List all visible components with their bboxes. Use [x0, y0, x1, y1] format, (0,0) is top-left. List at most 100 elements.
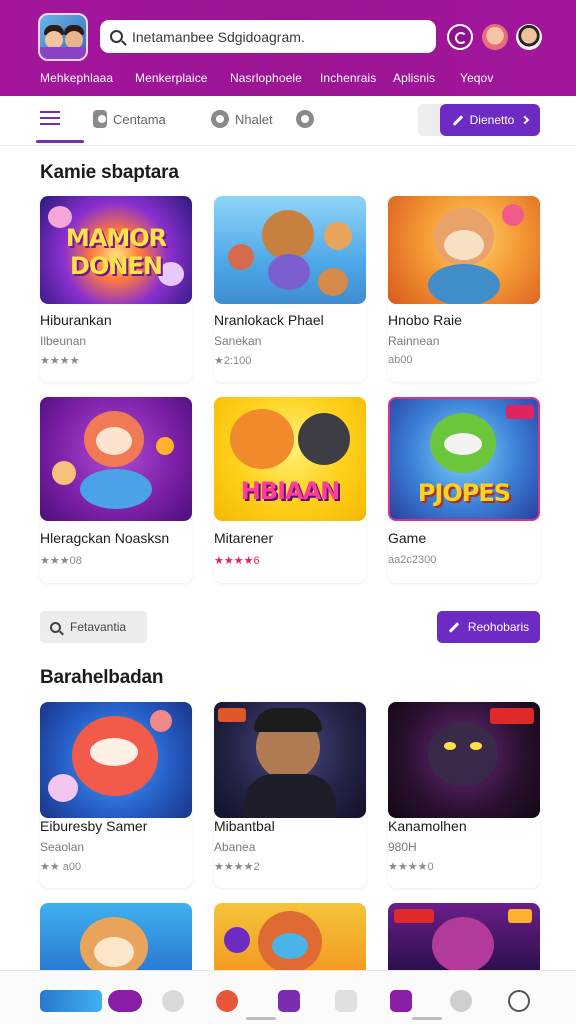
game-title: Hnobo Raie: [388, 312, 462, 328]
music-icon[interactable]: [390, 990, 412, 1012]
tools-icon[interactable]: [450, 990, 472, 1012]
store-icon[interactable]: [278, 990, 300, 1012]
game-title: Kanamolhen: [388, 818, 467, 834]
game-title: Hiburankan: [40, 312, 112, 328]
game-thumbnail: MAMOR DONEN: [40, 196, 192, 304]
game-thumbnail: [40, 397, 192, 521]
avatar-body: [40, 47, 86, 59]
game-thumbnail: [388, 903, 540, 973]
game-subtitle: 980H: [388, 840, 417, 854]
game-title: Game: [388, 530, 427, 546]
subnav-item-more[interactable]: [296, 108, 320, 130]
section-title: Kamie sbaptara: [40, 162, 179, 183]
filter-button[interactable]: Fetavantia: [40, 611, 147, 643]
home-icon[interactable]: [40, 990, 102, 1012]
inbox-icon[interactable]: [335, 990, 357, 1012]
game-card[interactable]: Kanamolhen 980H ★★★★0: [388, 702, 540, 888]
game-subtitle: Ilbeunan: [40, 334, 87, 348]
edit-icon: [452, 114, 463, 126]
game-rating: ★★★08: [40, 555, 82, 567]
game-thumbnail: PJOPES: [388, 397, 540, 521]
chat-icon: [93, 110, 107, 128]
topnav-item[interactable]: Inchenrais: [320, 71, 376, 85]
primary-action-label: Dienetto: [469, 113, 515, 127]
nav-label: [246, 1017, 276, 1020]
thumbnail-banner: HBIAAN: [240, 477, 341, 505]
subnav-item-nhalet[interactable]: Nhalet: [211, 108, 273, 130]
topnav-item[interactable]: Mehkephlaaa: [40, 71, 113, 85]
topnav-item[interactable]: Aplisnis: [393, 71, 435, 85]
prev-button[interactable]: [418, 104, 442, 136]
game-title: Mitarener: [214, 530, 274, 546]
game-card[interactable]: [214, 903, 366, 973]
game-rating: ★★★★6: [214, 555, 260, 567]
game-card[interactable]: Eiburesby Samer Seaolan ★★ a00: [40, 702, 192, 888]
notification-icon[interactable]: [447, 24, 473, 50]
menu-icon[interactable]: [40, 111, 60, 125]
game-card[interactable]: [388, 903, 540, 973]
edit-action-button[interactable]: Reohobaris: [437, 611, 540, 643]
topnav-item[interactable]: Menkerplaice: [135, 71, 208, 85]
game-rating: ★★★★: [40, 355, 80, 367]
topnav-item[interactable]: Nasrlophoele: [230, 71, 302, 85]
active-tab-indicator: [36, 140, 84, 143]
game-subtitle: Sanekan: [214, 334, 262, 348]
game-thumbnail: HBIAAN: [214, 397, 366, 521]
badge-icon[interactable]: [108, 990, 142, 1012]
game-thumbnail: [40, 702, 192, 818]
top-navigation: Mehkephlaaa Menkerplaice Nasrlophoele In…: [0, 64, 576, 92]
game-card[interactable]: Mibantbal Abanea ★★★★2: [214, 702, 366, 888]
game-thumbnail: [214, 196, 366, 304]
game-title: Hleragckan Noasksn: [40, 530, 170, 546]
chevron-right-icon: [521, 115, 530, 125]
game-card[interactable]: Hnobo Raie Rainnean ab00: [388, 196, 540, 382]
game-rating: aa2c2300: [388, 554, 437, 566]
thumbnail-banner: PJOPES: [417, 479, 511, 507]
game-card[interactable]: Hleragckan Noasksn ★★★08: [40, 397, 192, 583]
game-rating: ★★★★2: [214, 861, 260, 873]
action-label: Reohobaris: [467, 620, 530, 634]
game-subtitle: Rainnean: [388, 334, 440, 348]
subnav-label: Nhalet: [235, 111, 273, 127]
game-rating: ★★ a00: [40, 861, 82, 873]
nav-label: [412, 1017, 442, 1020]
user-avatar[interactable]: [516, 24, 542, 50]
game-thumbnail: [214, 903, 366, 973]
thumbnail-banner: MAMOR DONEN: [65, 224, 167, 280]
game-card[interactable]: MAMOR DONEN Hiburankan Ilbeunan ★★★★: [40, 196, 192, 382]
clock-icon: [211, 110, 229, 128]
search-placeholder: Inetamanbee Sdgidoagram.: [132, 28, 305, 45]
subnav-item-centama[interactable]: Centama: [93, 108, 166, 130]
edit-icon: [448, 621, 460, 633]
game-title: Nranlokack Phael: [214, 312, 324, 328]
game-thumbnail: [388, 702, 540, 818]
profile-avatar[interactable]: [38, 13, 88, 61]
app-header: Inetamanbee Sdgidoagram. Mehkephlaaa Men…: [0, 0, 576, 96]
game-card[interactable]: HBIAAN Mitarener ★★★★6: [214, 397, 366, 583]
primary-action-button[interactable]: Dienetto: [440, 104, 540, 136]
search-icon: [110, 30, 123, 43]
search-input[interactable]: Inetamanbee Sdgidoagram.: [100, 20, 436, 53]
comment-icon: [296, 110, 314, 128]
topnav-item[interactable]: Yeqov: [460, 71, 493, 85]
game-subtitle: Abanea: [214, 840, 256, 854]
game-thumbnail: [388, 196, 540, 304]
fire-icon[interactable]: [216, 990, 238, 1012]
profile-icon[interactable]: [508, 990, 530, 1012]
friend-avatar[interactable]: [482, 24, 508, 50]
game-controller-icon[interactable]: [162, 990, 184, 1012]
game-title: Eiburesby Samer: [40, 818, 148, 834]
game-card[interactable]: Nranlokack Phael Sanekan ★2:100: [214, 196, 366, 382]
game-title: Mibantbal: [214, 818, 275, 834]
game-card[interactable]: [40, 903, 192, 973]
game-rating: ★2:100: [214, 355, 252, 367]
game-rating: ★★★★0: [388, 861, 434, 873]
game-thumbnail: [40, 903, 192, 973]
game-card[interactable]: PJOPES Game aa2c2300: [388, 397, 540, 583]
game-thumbnail: [214, 702, 366, 818]
subnav-label: Centama: [113, 111, 166, 127]
search-icon: [50, 621, 61, 633]
section-title: Barahelbadan: [40, 667, 164, 688]
game-subtitle: Seaolan: [40, 840, 85, 854]
game-rating: ab00: [388, 354, 413, 366]
